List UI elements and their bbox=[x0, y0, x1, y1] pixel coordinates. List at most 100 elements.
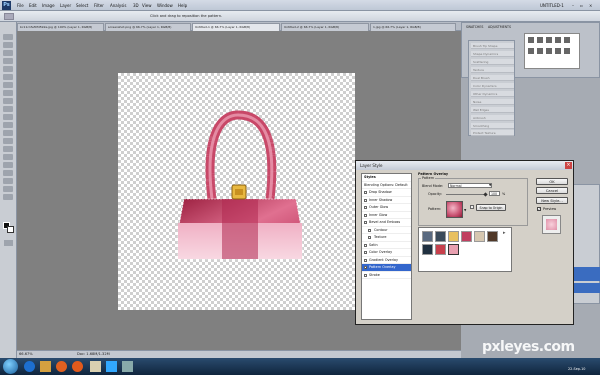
pattern-swatch[interactable] bbox=[422, 244, 433, 255]
restore-button[interactable]: ▫ bbox=[580, 3, 583, 8]
list-item[interactable]: Scattering bbox=[471, 59, 514, 65]
tab-adjustments[interactable]: ADJUSTMENTS bbox=[488, 25, 511, 29]
pattern-preview[interactable] bbox=[446, 201, 463, 218]
selected-layer-row[interactable] bbox=[571, 267, 600, 281]
workspace-name[interactable]: UNTITLED-1 bbox=[540, 3, 564, 8]
list-item[interactable]: Other Dynamics bbox=[471, 91, 514, 97]
checkbox-icon[interactable] bbox=[364, 206, 367, 209]
new-preset-icon[interactable] bbox=[470, 205, 474, 209]
menu-window[interactable]: Window bbox=[157, 3, 173, 8]
opacity-slider-track[interactable] bbox=[446, 194, 486, 195]
checkbox-icon[interactable] bbox=[364, 273, 367, 277]
eraser-tool-icon[interactable] bbox=[3, 114, 13, 120]
menu-image[interactable]: Image bbox=[42, 3, 55, 8]
chevron-down-icon[interactable]: ▼ bbox=[489, 183, 491, 187]
blending-options-item[interactable]: Blending Options: Default bbox=[362, 182, 411, 189]
history-brush-tool-icon[interactable] bbox=[3, 106, 13, 112]
checkbox-icon[interactable] bbox=[364, 198, 367, 202]
pattern-swatch[interactable] bbox=[487, 231, 498, 242]
blur-tool-icon[interactable] bbox=[3, 130, 13, 136]
checkbox-icon[interactable] bbox=[368, 228, 371, 232]
checkbox-icon[interactable] bbox=[368, 236, 371, 239]
tab-document-4[interactable]: Untitled-2 @ 66.7% (Layer 1, RGB/8) bbox=[281, 23, 369, 31]
list-item[interactable]: Texture bbox=[471, 67, 514, 73]
pattern-swatch-selected[interactable] bbox=[448, 244, 459, 255]
ie-icon[interactable] bbox=[24, 361, 35, 372]
pattern-swatch[interactable] bbox=[474, 231, 485, 242]
arrow-right-icon[interactable]: ▸ bbox=[503, 230, 509, 236]
pattern-swatch[interactable] bbox=[422, 231, 433, 242]
menu-file[interactable]: File bbox=[17, 3, 24, 8]
inner-glow-item[interactable]: Inner Glow bbox=[362, 212, 411, 219]
background-color-swatch[interactable] bbox=[7, 226, 14, 233]
3d-rotate-tool-icon[interactable] bbox=[3, 178, 13, 184]
gradient-overlay-item[interactable]: Gradient Overlay bbox=[362, 257, 411, 264]
menu-help[interactable]: Help bbox=[178, 3, 187, 8]
contour-item[interactable]: Contour bbox=[362, 227, 411, 234]
menu-edit[interactable]: Edit bbox=[29, 3, 37, 8]
list-item[interactable]: Airbrush bbox=[471, 115, 514, 121]
healing-tool-icon[interactable] bbox=[3, 82, 13, 88]
preview-checkbox[interactable]: ✓ bbox=[537, 207, 541, 211]
list-item[interactable]: Dual Brush bbox=[471, 75, 514, 81]
list-item[interactable]: Shape Dynamics bbox=[471, 51, 514, 57]
folder-icon[interactable] bbox=[90, 361, 101, 372]
photoshop-taskbar-icon[interactable] bbox=[106, 361, 117, 372]
list-item[interactable]: Noise bbox=[471, 99, 514, 105]
path-select-tool-icon[interactable] bbox=[3, 162, 13, 168]
checkbox-icon[interactable] bbox=[364, 213, 367, 217]
quick-mask-icon[interactable] bbox=[4, 240, 13, 246]
pattern-swatch[interactable] bbox=[435, 244, 446, 255]
stroke-item[interactable]: Stroke bbox=[362, 272, 411, 279]
cancel-button[interactable]: Cancel bbox=[536, 187, 568, 194]
eyedropper-tool-icon[interactable] bbox=[3, 74, 13, 80]
snap-to-origin-button[interactable]: Snap to Origin bbox=[476, 204, 506, 211]
pattern-swatch[interactable] bbox=[448, 231, 459, 242]
zoom-level[interactable]: 66.67% bbox=[19, 352, 33, 356]
checkbox-icon[interactable] bbox=[364, 251, 367, 254]
checkbox-icon[interactable] bbox=[364, 191, 367, 194]
checkbox-icon[interactable] bbox=[364, 221, 367, 224]
color-overlay-item[interactable]: Color Overlay bbox=[362, 249, 411, 257]
pattern-overlay-item[interactable]: ✓ Pattern Overlay bbox=[362, 264, 411, 272]
menu-view[interactable]: View bbox=[142, 3, 152, 8]
blend-mode-select[interactable]: Normal bbox=[448, 183, 492, 188]
checkbox-icon[interactable] bbox=[364, 258, 367, 262]
media-player-icon[interactable] bbox=[56, 361, 67, 372]
menu-analysis[interactable]: Analysis bbox=[110, 3, 126, 8]
pattern-swatch[interactable] bbox=[435, 231, 446, 242]
app-icon[interactable] bbox=[122, 361, 133, 372]
inner-shadow-item[interactable]: Inner Shadow bbox=[362, 197, 411, 204]
menu-3d[interactable]: 3D bbox=[133, 3, 139, 8]
checkbox-checked-icon[interactable]: ✓ bbox=[364, 266, 368, 270]
menu-filter[interactable]: Filter bbox=[94, 3, 104, 8]
list-item[interactable]: Wet Edges bbox=[471, 107, 514, 113]
pattern-swatch[interactable] bbox=[461, 231, 472, 242]
tab-document-5[interactable]: 1.jpg @ 66.7% (Layer 1, RGB/8) bbox=[370, 23, 456, 31]
document-canvas[interactable] bbox=[118, 73, 355, 310]
list-item[interactable]: Brush Tip Shape bbox=[471, 43, 514, 49]
minimize-button[interactable]: – bbox=[572, 3, 574, 8]
quick-select-tool-icon[interactable] bbox=[3, 58, 13, 64]
brush-preset-grid[interactable] bbox=[524, 33, 580, 69]
tab-document-1[interactable]: bc11c1fef0fd592e.jpg @ 100% (Layer 1, RG… bbox=[17, 23, 104, 31]
menu-select[interactable]: Select bbox=[76, 3, 88, 8]
brush-tool-icon[interactable] bbox=[3, 90, 13, 96]
layer-row[interactable] bbox=[571, 283, 600, 293]
dialog-close-icon[interactable]: × bbox=[565, 162, 572, 169]
tool-preset-icon[interactable] bbox=[4, 13, 14, 20]
zoom-tool-icon[interactable] bbox=[3, 194, 13, 200]
firefox-icon[interactable] bbox=[72, 361, 83, 372]
gradient-tool-icon[interactable] bbox=[3, 122, 13, 128]
crop-tool-icon[interactable] bbox=[3, 66, 13, 72]
hand-tool-icon[interactable] bbox=[3, 186, 13, 192]
shape-tool-icon[interactable] bbox=[3, 170, 13, 176]
start-button-icon[interactable] bbox=[3, 359, 18, 374]
styles-header[interactable]: Styles bbox=[362, 174, 411, 182]
satin-item[interactable]: Satin bbox=[362, 242, 411, 249]
menu-layer[interactable]: Layer bbox=[60, 3, 71, 8]
ok-button[interactable]: OK bbox=[536, 178, 568, 185]
type-tool-icon[interactable] bbox=[3, 154, 13, 160]
tab-document-3[interactable]: Untitled-1 @ 66.7% (Layer 1, RGB/8) bbox=[192, 23, 280, 31]
drop-shadow-item[interactable]: Drop Shadow bbox=[362, 189, 411, 197]
